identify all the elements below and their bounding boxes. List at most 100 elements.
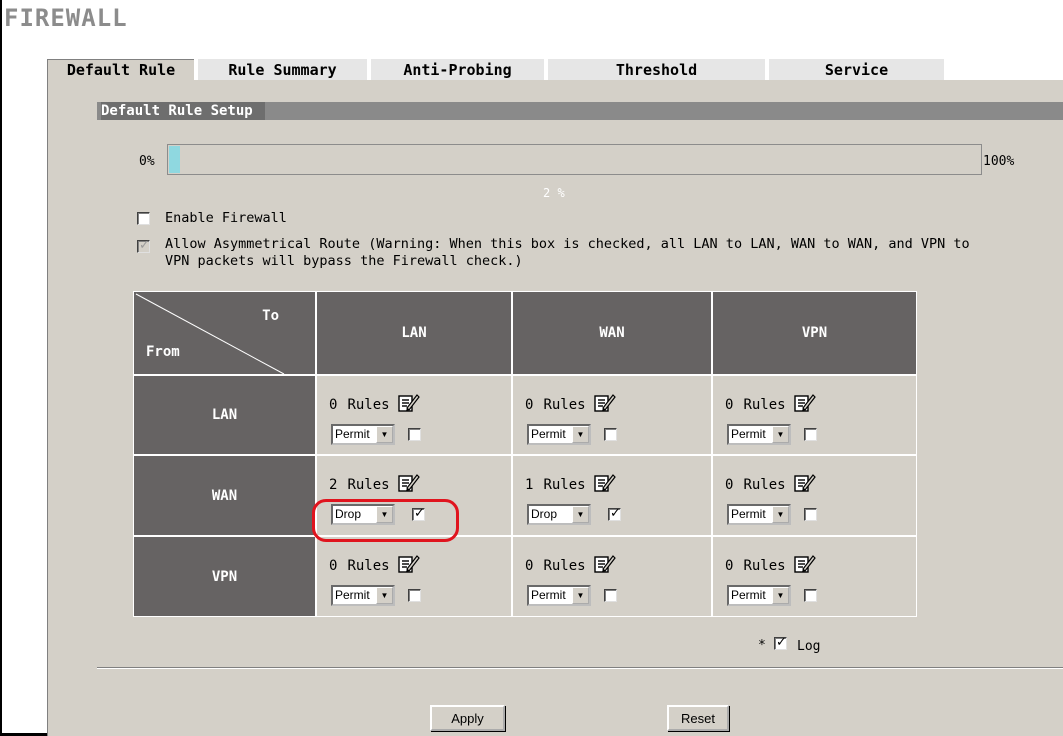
rules-count: 0 [725, 558, 734, 574]
rule-cell-vpn-to-wan: 0 Rules Permit ▼ [512, 536, 712, 617]
chevron-down-icon[interactable]: ▼ [572, 426, 589, 443]
rules-label: Rules [543, 558, 586, 574]
default-action-value: Permit [531, 588, 566, 602]
default-action-value: Drop [531, 507, 558, 521]
rule-cell-vpn-to-lan: 0 Rules Permit ▼ [316, 536, 512, 617]
default-action-select[interactable]: Permit ▼ [727, 504, 791, 525]
tab-threshold[interactable]: Threshold [546, 59, 765, 80]
default-action-value: Permit [335, 427, 370, 441]
asymmetric-route-label-line2: VPN packets will bypass the Firewall che… [165, 253, 523, 269]
tab-default-rule[interactable]: Default Rule [47, 59, 194, 80]
rules-count: 2 [329, 477, 338, 493]
log-legend-label: Log [797, 639, 821, 654]
default-action-select[interactable]: Permit ▼ [527, 585, 591, 606]
from-label: From [146, 344, 180, 360]
section-header-bar: Default Rule Setup [97, 102, 1063, 120]
log-checkbox[interactable] [804, 428, 817, 441]
rules-count: 0 [329, 558, 338, 574]
rules-count-line: 0 Rules [725, 392, 816, 418]
rules-count-line: 2 Rules [329, 472, 420, 498]
matrix-corner: To From [133, 291, 316, 375]
log-checkbox[interactable]: ✓ [608, 506, 621, 521]
log-checkbox[interactable] [408, 428, 421, 441]
rules-count: 0 [329, 397, 338, 413]
apply-button[interactable]: Apply [430, 705, 505, 731]
edit-rules-icon[interactable] [793, 472, 816, 498]
default-action-select[interactable]: Permit ▼ [331, 585, 395, 606]
to-label: To [262, 308, 279, 324]
chevron-down-icon[interactable]: ▼ [772, 506, 789, 523]
rules-count: 0 [525, 397, 534, 413]
log-checkbox[interactable] [408, 589, 421, 602]
column-header-vpn: VPN [712, 291, 917, 375]
edit-rules-icon[interactable] [793, 553, 816, 579]
rules-label: Rules [543, 477, 586, 493]
firewall-usage-fill [169, 146, 180, 173]
default-action-select[interactable]: Permit ▼ [727, 424, 791, 445]
default-action-select[interactable]: Permit ▼ [727, 585, 791, 606]
progress-value-label: 2 % [543, 186, 565, 200]
chevron-down-icon[interactable]: ▼ [376, 426, 393, 443]
edit-rules-icon[interactable] [593, 553, 616, 579]
reset-button[interactable]: Reset [667, 705, 729, 731]
rules-label: Rules [743, 477, 786, 493]
default-action-select[interactable]: Permit ▼ [331, 424, 395, 445]
check-mark-icon: ✓ [610, 506, 621, 521]
log-legend-checkbox: ✓ [774, 635, 787, 650]
firewall-usage-bar [167, 144, 982, 175]
edit-rules-icon[interactable] [793, 392, 816, 418]
column-header-wan: WAN [512, 291, 712, 375]
log-checkbox[interactable] [804, 589, 817, 602]
default-action-select[interactable]: Drop ▼ [527, 504, 591, 525]
rules-label: Rules [347, 477, 390, 493]
tab-anti-probing[interactable]: Anti-Probing [369, 59, 544, 80]
edit-rules-icon[interactable] [593, 472, 616, 498]
chevron-down-icon[interactable]: ▼ [772, 426, 789, 443]
rules-count-line: 0 Rules [725, 553, 816, 579]
rule-cell-wan-to-vpn: 0 Rules Permit ▼ [712, 455, 917, 536]
rules-count-line: 0 Rules [329, 392, 420, 418]
default-action-value: Permit [731, 507, 766, 521]
rules-count-line: 0 Rules [525, 392, 616, 418]
edit-rules-icon[interactable] [397, 553, 420, 579]
rules-count: 0 [725, 397, 734, 413]
edit-rules-icon[interactable] [397, 472, 420, 498]
log-checkbox[interactable] [804, 508, 817, 521]
edit-rules-icon[interactable] [397, 392, 420, 418]
default-action-select[interactable]: Permit ▼ [527, 424, 591, 445]
page-title: FIREWALL [4, 4, 128, 32]
section-divider [97, 667, 1063, 669]
rules-label: Rules [743, 397, 786, 413]
row-header-lan: LAN [133, 375, 316, 455]
rules-count-line: 0 Rules [725, 472, 816, 498]
rules-count: 0 [525, 558, 534, 574]
rules-count: 0 [725, 477, 734, 493]
asymmetric-route-label-line1: Allow Asymmetrical Route (Warning: When … [165, 236, 970, 252]
edit-rules-icon[interactable] [593, 392, 616, 418]
rule-cell-lan-to-lan: 0 Rules Permit ▼ [316, 375, 512, 455]
asymmetric-route-checkbox[interactable]: ✓ [137, 238, 150, 253]
row-header-vpn: VPN [133, 536, 316, 617]
row-header-wan: WAN [133, 455, 316, 536]
tab-bar: Default Rule Rule Summary Anti-Probing T… [47, 59, 944, 80]
tab-rule-summary[interactable]: Rule Summary [196, 59, 367, 80]
section-title: Default Rule Setup [101, 102, 265, 120]
log-checkbox[interactable] [604, 589, 617, 602]
enable-firewall-checkbox[interactable] [137, 212, 150, 225]
chevron-down-icon[interactable]: ▼ [772, 587, 789, 604]
column-header-lan: LAN [316, 291, 512, 375]
rules-label: Rules [743, 558, 786, 574]
chevron-down-icon[interactable]: ▼ [572, 506, 589, 523]
log-checkbox[interactable] [604, 428, 617, 441]
rules-label: Rules [347, 397, 390, 413]
chevron-down-icon[interactable]: ▼ [572, 587, 589, 604]
rules-count-line: 0 Rules [525, 553, 616, 579]
window-frame-left [0, 0, 2, 736]
tab-service[interactable]: Service [767, 59, 944, 80]
chevron-down-icon[interactable]: ▼ [376, 587, 393, 604]
rules-count: 1 [525, 477, 534, 493]
callout-highlight-ring [312, 499, 459, 542]
rule-cell-vpn-to-vpn: 0 Rules Permit ▼ [712, 536, 917, 617]
progress-min-label: 0% [139, 154, 155, 169]
rule-cell-lan-to-vpn: 0 Rules Permit ▼ [712, 375, 917, 455]
